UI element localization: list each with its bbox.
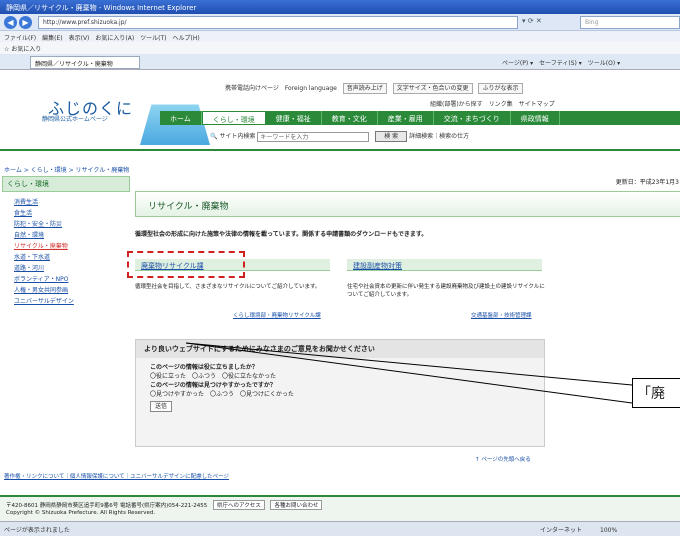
url-input[interactable]: http://www.pref.shizuoka.jp/ <box>38 16 518 29</box>
sidebar-heading[interactable]: くらし・環境 <box>2 176 130 192</box>
feedback-body: このページの情報は役に立ちましたか？ 〇役に立った 〇ふつう 〇役に立たなかった… <box>136 358 544 417</box>
feedback-heading: より良いウェブサイトにするためにみなさまのご意見をお聞かせください <box>136 340 544 358</box>
site-footer: 〒420-8601 静岡県静岡市葵区追手町9番6号 電話番号(県庁案内)054-… <box>0 495 680 521</box>
footer-address: 〒420-8601 静岡県静岡市葵区追手町9番6号 電話番号(県庁案内)054-… <box>6 503 208 509</box>
browser-window: 静岡県／リサイクル・廃棄物 - Windows Internet Explore… <box>0 0 680 536</box>
browser-search-input[interactable]: Bing <box>580 16 680 29</box>
site-search-input[interactable]: キーワードを入力 <box>257 131 370 142</box>
sidebar-item[interactable]: ユニバーサルデザイン <box>2 295 130 306</box>
read-aloud-button[interactable]: 音声読み上げ <box>342 83 387 94</box>
nav-kurashi[interactable]: くらし・環境 <box>201 111 266 125</box>
nav-home[interactable]: ホーム <box>160 111 202 125</box>
address-bar: ◀ ▶ http://www.pref.shizuoka.jp/ ▾ ⟳ ✕ B… <box>0 14 680 31</box>
sidebar-item[interactable]: 人権・男女共同参画 <box>2 284 130 295</box>
sidebar-item[interactable]: 消費生活 <box>2 196 130 207</box>
refresh-stop-icons[interactable]: ▾ ⟳ ✕ <box>522 17 542 25</box>
copyright: Copyright © Shizuoka Prefecture. All Rig… <box>6 510 156 516</box>
sidebar-list: 消費生活 食生活 防犯・安全・防災 自然・環境 リサイクル・廃棄物 水道・下水道… <box>2 196 130 306</box>
furigana-button[interactable]: ふりがな表示 <box>478 83 523 94</box>
back-icon[interactable]: ◀ <box>4 16 17 29</box>
global-nav: ホーム くらし・環境 健康・福祉 教育・文化 産業・雇用 交流・まちづくり 県政… <box>160 111 680 125</box>
utility-links: 携帯電話向けページ Foreign language 音声読み上げ 文字サイズ・… <box>225 83 527 94</box>
tab-bar: 静岡県／リサイクル・廃棄物 ページ(P) ▾ セーフティ(S) ▾ ツール(O)… <box>0 54 680 70</box>
sub-links[interactable]: 組織(部署)から探す リンク集 サイトマップ <box>430 99 555 108</box>
updated-date: 更新日：平成23年1月3日 <box>615 179 680 186</box>
feedback-a2-radios[interactable]: 〇見つけやすかった 〇ふつう 〇見つけにくかった <box>150 390 530 399</box>
sidebar-item[interactable]: 道路・河川 <box>2 262 130 273</box>
sidebar-item[interactable]: 自然・環境 <box>2 229 130 240</box>
construction-dept-link[interactable]: 交通基盤部・技術管理課 <box>471 311 532 319</box>
site-search-label: サイト内検索 <box>219 133 256 140</box>
back-to-top-link[interactable]: ↑ ページの先頭へ戻る <box>475 455 531 463</box>
zone-zoom[interactable]: インターネット 100% <box>540 525 617 534</box>
site-search: 🔍 サイト内検索 キーワードを入力 検 索 詳細検索｜検索の仕方 <box>210 131 469 142</box>
sidebar-item[interactable]: 水道・下水道 <box>2 251 130 262</box>
search-help-links[interactable]: 詳細検索｜検索の仕方 <box>409 133 469 140</box>
feedback-a1-radios[interactable]: 〇役に立った 〇ふつう 〇役に立たなかった <box>150 372 530 381</box>
site-logo-sub: 静岡県公式ホームページ <box>42 116 108 123</box>
magnifier-icon: 🔍 <box>210 133 218 140</box>
sidebar-item[interactable]: ボランティア・NPO <box>2 273 130 284</box>
status-bar: ページが表示されました インターネット 100% <box>0 521 680 536</box>
forward-icon[interactable]: ▶ <box>19 16 32 29</box>
recycle-dept-link[interactable]: くらし環境部・廃棄物リサイクル課 <box>233 311 321 319</box>
favorites-bar: ☆ お気に入り <box>0 42 680 54</box>
site-header: ふじのくに 静岡県公式ホームページ 携帯電話向けページ Foreign lang… <box>0 71 680 151</box>
mobile-link[interactable]: 携帯電話向けページ <box>225 85 279 92</box>
tab-current[interactable]: 静岡県／リサイクル・廃棄物 <box>30 56 140 69</box>
window-title: 静岡県／リサイクル・廃棄物 - Windows Internet Explore… <box>0 0 680 14</box>
text-size-button[interactable]: 文字サイズ・色合いの変更 <box>392 83 473 94</box>
star-icon[interactable]: ☆ <box>4 46 9 53</box>
foreign-language-link[interactable]: Foreign language <box>285 85 337 92</box>
sidebar-item-current[interactable]: リサイクル・廃棄物 <box>2 240 130 251</box>
menu-bar[interactable]: ファイル(F) 編集(E) 表示(V) お気に入り(A) ツール(T) ヘルプ(… <box>0 31 680 42</box>
sidebar: くらし・環境 消費生活 食生活 防犯・安全・防災 自然・環境 リサイクル・廃棄物… <box>2 176 130 336</box>
feedback-submit-button[interactable]: 送信 <box>150 401 173 412</box>
recycle-desc: 循環型社会を目指して、さまざまなリサイクルについてご紹介しています。 <box>135 284 321 290</box>
page-intro: 循環型社会の形成に向けた施策や法律の情報を載っています。関係する申請書類のダウン… <box>135 231 428 238</box>
highlight-box <box>127 251 245 278</box>
page-title: リサイクル・廃棄物 <box>135 191 680 217</box>
sidebar-item[interactable]: 食生活 <box>2 207 130 218</box>
web-page: ふじのくに 静岡県公式ホームページ 携帯電話向けページ Foreign lang… <box>0 71 680 521</box>
callout-label: 「廃 <box>632 378 680 408</box>
nav-kensei[interactable]: 県政情報 <box>511 111 560 125</box>
command-bar[interactable]: ページ(P) ▾ セーフティ(S) ▾ ツール(O) ▾ <box>502 58 620 67</box>
site-search-button[interactable]: 検 索 <box>375 131 408 142</box>
favorites-label[interactable]: お気に入り <box>11 46 41 53</box>
nav-sangyo[interactable]: 産業・雇用 <box>378 111 434 125</box>
footer-links[interactable]: 著作権・リンクについて｜個人情報保護について｜ユニバーサルデザインに配慮したペー… <box>4 472 229 480</box>
status-text: ページが表示されました <box>4 527 70 534</box>
nav-kyoiku[interactable]: 教育・文化 <box>322 111 378 125</box>
feedback-q2: このページの情報は見つけやすかったですか？ <box>150 382 276 389</box>
construction-desc: 住宅や社会資本の更新に伴い発生する建設廃棄物及び建設土の建設リサイクルについてご… <box>347 284 545 298</box>
construction-section-link[interactable]: 建設副産物対策 <box>347 259 542 271</box>
sidebar-item[interactable]: 防犯・安全・防災 <box>2 218 130 229</box>
feedback-form: より良いウェブサイトにするためにみなさまのご意見をお聞かせください このページの… <box>135 339 545 447</box>
nav-koryu[interactable]: 交流・まちづくり <box>434 111 511 125</box>
contact-button[interactable]: 各種お問い合わせ <box>270 500 323 510</box>
nav-kenko[interactable]: 健康・福祉 <box>266 111 322 125</box>
breadcrumb[interactable]: ホーム > くらし・環境 > リサイクル・廃棄物 <box>4 165 129 174</box>
feedback-q1: このページの情報は役に立ちましたか？ <box>150 364 258 371</box>
access-button[interactable]: 県庁へのアクセス <box>212 500 265 510</box>
